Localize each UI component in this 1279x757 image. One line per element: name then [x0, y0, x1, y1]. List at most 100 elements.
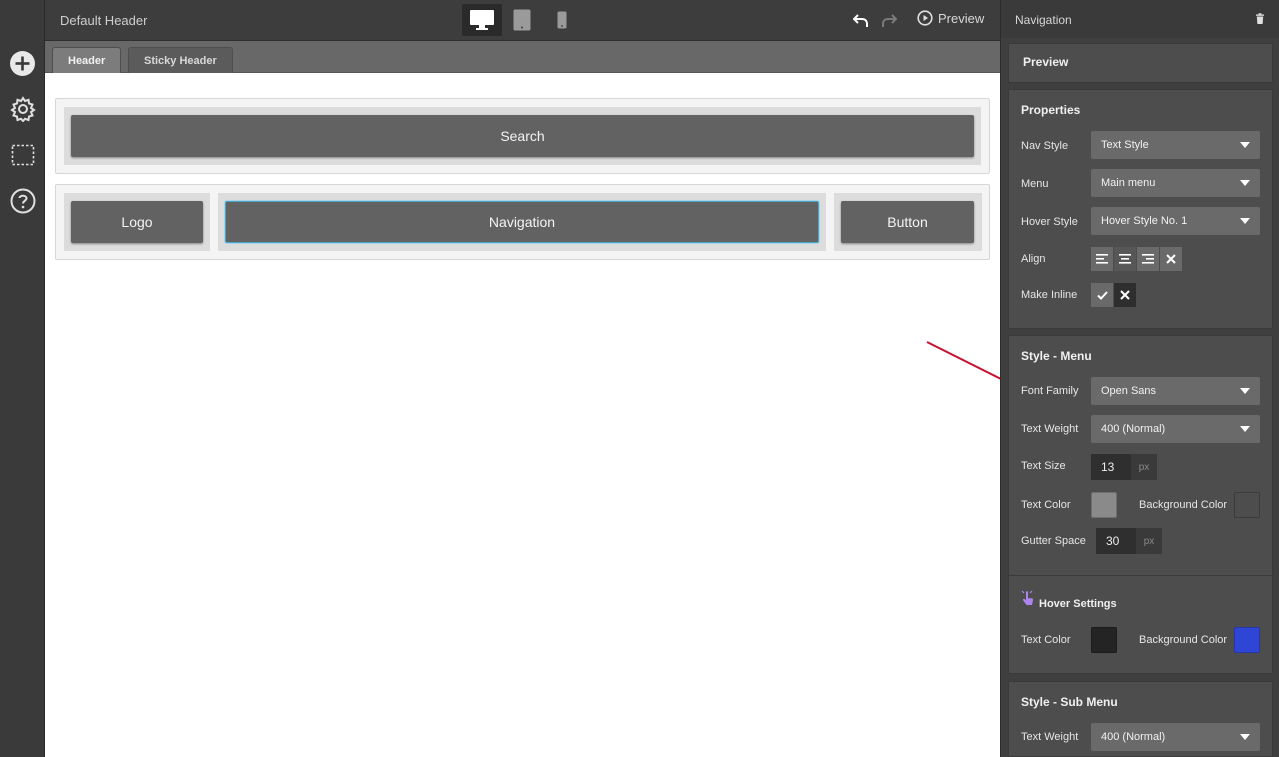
gutter-space-unit: px	[1136, 528, 1162, 554]
style-menu-title: Style - Menu	[1021, 349, 1092, 363]
nav-style-label: Nav Style	[1021, 140, 1069, 152]
menu-select[interactable]: Main menu	[1091, 169, 1260, 197]
text-size-input[interactable]: 13 px	[1091, 454, 1157, 480]
gutter-space-value: 30	[1096, 528, 1136, 554]
gutter-space-label: Gutter Space	[1021, 535, 1086, 547]
align-center-icon	[1119, 254, 1131, 264]
close-icon	[1166, 254, 1176, 264]
align-center-button[interactable]	[1114, 247, 1136, 271]
button-block[interactable]: Button	[841, 201, 974, 243]
text-color-swatch[interactable]	[1091, 492, 1117, 518]
desktop-monitor-icon	[470, 10, 494, 30]
align-right-button[interactable]	[1137, 247, 1159, 271]
style-menu-card: Style - Menu Font Family Open Sans Text …	[1008, 335, 1274, 674]
hover-background-color-label: Background Color	[1139, 634, 1228, 646]
play-circle-icon	[917, 10, 933, 26]
editor-canvas: Search Logo Navigation Button	[45, 73, 1000, 757]
align-label: Align	[1021, 253, 1046, 265]
preview-card[interactable]: Preview	[1008, 43, 1273, 83]
search-block[interactable]: Search	[71, 115, 974, 157]
font-family-label: Font Family	[1021, 385, 1079, 397]
menu-label: Menu	[1021, 178, 1049, 190]
submenu-text-weight-label: Text Weight	[1021, 731, 1079, 743]
left-toolbar	[0, 0, 45, 757]
font-family-value: Open Sans	[1101, 385, 1157, 397]
mobile-view-button[interactable]	[542, 4, 582, 36]
mobile-phone-icon	[557, 11, 567, 29]
style-submenu-card: Style - Sub Menu Text Weight 400 (Normal…	[1008, 681, 1273, 757]
plus-circle-icon	[10, 51, 35, 76]
text-weight-label: Text Weight	[1021, 423, 1079, 435]
submenu-text-weight-select[interactable]: 400 (Normal)	[1091, 723, 1260, 751]
add-element-button[interactable]	[9, 50, 36, 77]
hover-settings-title: Hover Settings	[1039, 598, 1117, 610]
nav-style-select[interactable]: Text Style	[1091, 131, 1260, 159]
background-color-swatch[interactable]	[1234, 492, 1260, 518]
document-title: Default Header	[60, 13, 148, 28]
properties-card: Properties Nav Style Text Style Menu Mai…	[1008, 89, 1273, 329]
align-left-button[interactable]	[1091, 247, 1113, 271]
style-submenu-title: Style - Sub Menu	[1021, 695, 1118, 709]
caret-down-icon	[1240, 426, 1250, 432]
app-root: Default Header Preview Header Sticky Hea…	[0, 0, 1279, 757]
navigation-block[interactable]: Navigation	[225, 201, 819, 243]
settings-panel: Navigation Preview Properties Nav Style …	[1000, 0, 1279, 757]
tab-sticky-header[interactable]: Sticky Header	[128, 47, 233, 73]
desktop-view-button[interactable]	[462, 4, 502, 36]
preview-label: Preview	[938, 10, 985, 26]
text-size-value: 13	[1091, 454, 1131, 480]
caret-down-icon	[1240, 734, 1250, 740]
align-none-button[interactable]	[1160, 247, 1182, 271]
hover-pointer-icon	[1021, 590, 1034, 605]
text-color-label: Text Color	[1021, 499, 1071, 511]
make-inline-no-button[interactable]	[1114, 283, 1136, 307]
align-button-group	[1091, 247, 1183, 271]
checkmark-icon	[1096, 290, 1108, 300]
preview-card-title: Preview	[1023, 55, 1069, 69]
gear-icon	[9, 95, 36, 122]
hover-text-color-swatch[interactable]	[1091, 627, 1117, 653]
text-size-label: Text Size	[1021, 460, 1066, 472]
align-right-icon	[1142, 254, 1154, 264]
trash-icon[interactable]	[1254, 13, 1266, 25]
text-weight-select[interactable]: 400 (Normal)	[1091, 415, 1260, 443]
background-color-label: Background Color	[1139, 499, 1228, 511]
header-row-1[interactable]: Search	[55, 98, 990, 174]
hover-style-select[interactable]: Hover Style No. 1	[1091, 207, 1260, 235]
menu-value: Main menu	[1101, 177, 1156, 189]
text-weight-value: 400 (Normal)	[1101, 423, 1166, 435]
header-row-2[interactable]: Logo Navigation Button	[55, 184, 990, 260]
gutter-space-input[interactable]: 30 px	[1096, 528, 1162, 554]
hover-background-color-swatch[interactable]	[1234, 627, 1260, 653]
tab-header[interactable]: Header	[52, 47, 122, 73]
layout-section-button[interactable]	[9, 141, 36, 168]
redo-button[interactable]	[879, 10, 899, 30]
undo-icon	[853, 14, 868, 27]
help-button[interactable]	[9, 187, 36, 214]
make-inline-yes-button[interactable]	[1091, 283, 1113, 307]
panel-header: Navigation	[1001, 0, 1279, 38]
caret-down-icon	[1240, 180, 1250, 186]
top-toolbar: Default Header Preview	[45, 0, 1000, 41]
tablet-view-button[interactable]	[502, 4, 542, 36]
dashed-frame-icon	[11, 144, 34, 165]
header-tabs: Header Sticky Header	[45, 41, 1000, 73]
tablet-icon	[513, 9, 531, 31]
hover-style-value: Hover Style No. 1	[1101, 215, 1188, 227]
caret-down-icon	[1240, 218, 1250, 224]
redo-icon	[882, 14, 897, 27]
settings-button[interactable]	[9, 95, 36, 122]
make-inline-toggle	[1091, 283, 1137, 307]
hover-style-label: Hover Style	[1021, 216, 1078, 228]
preview-button[interactable]: Preview	[917, 10, 984, 26]
undo-button[interactable]	[851, 10, 871, 30]
properties-title: Properties	[1021, 103, 1081, 117]
hover-text-color-label: Text Color	[1021, 634, 1071, 646]
caret-down-icon	[1240, 142, 1250, 148]
text-size-unit: px	[1131, 454, 1157, 480]
font-family-select[interactable]: Open Sans	[1091, 377, 1260, 405]
logo-block[interactable]: Logo	[71, 201, 203, 243]
question-circle-icon	[10, 188, 35, 213]
align-left-icon	[1096, 254, 1108, 264]
section-divider	[1009, 575, 1274, 576]
